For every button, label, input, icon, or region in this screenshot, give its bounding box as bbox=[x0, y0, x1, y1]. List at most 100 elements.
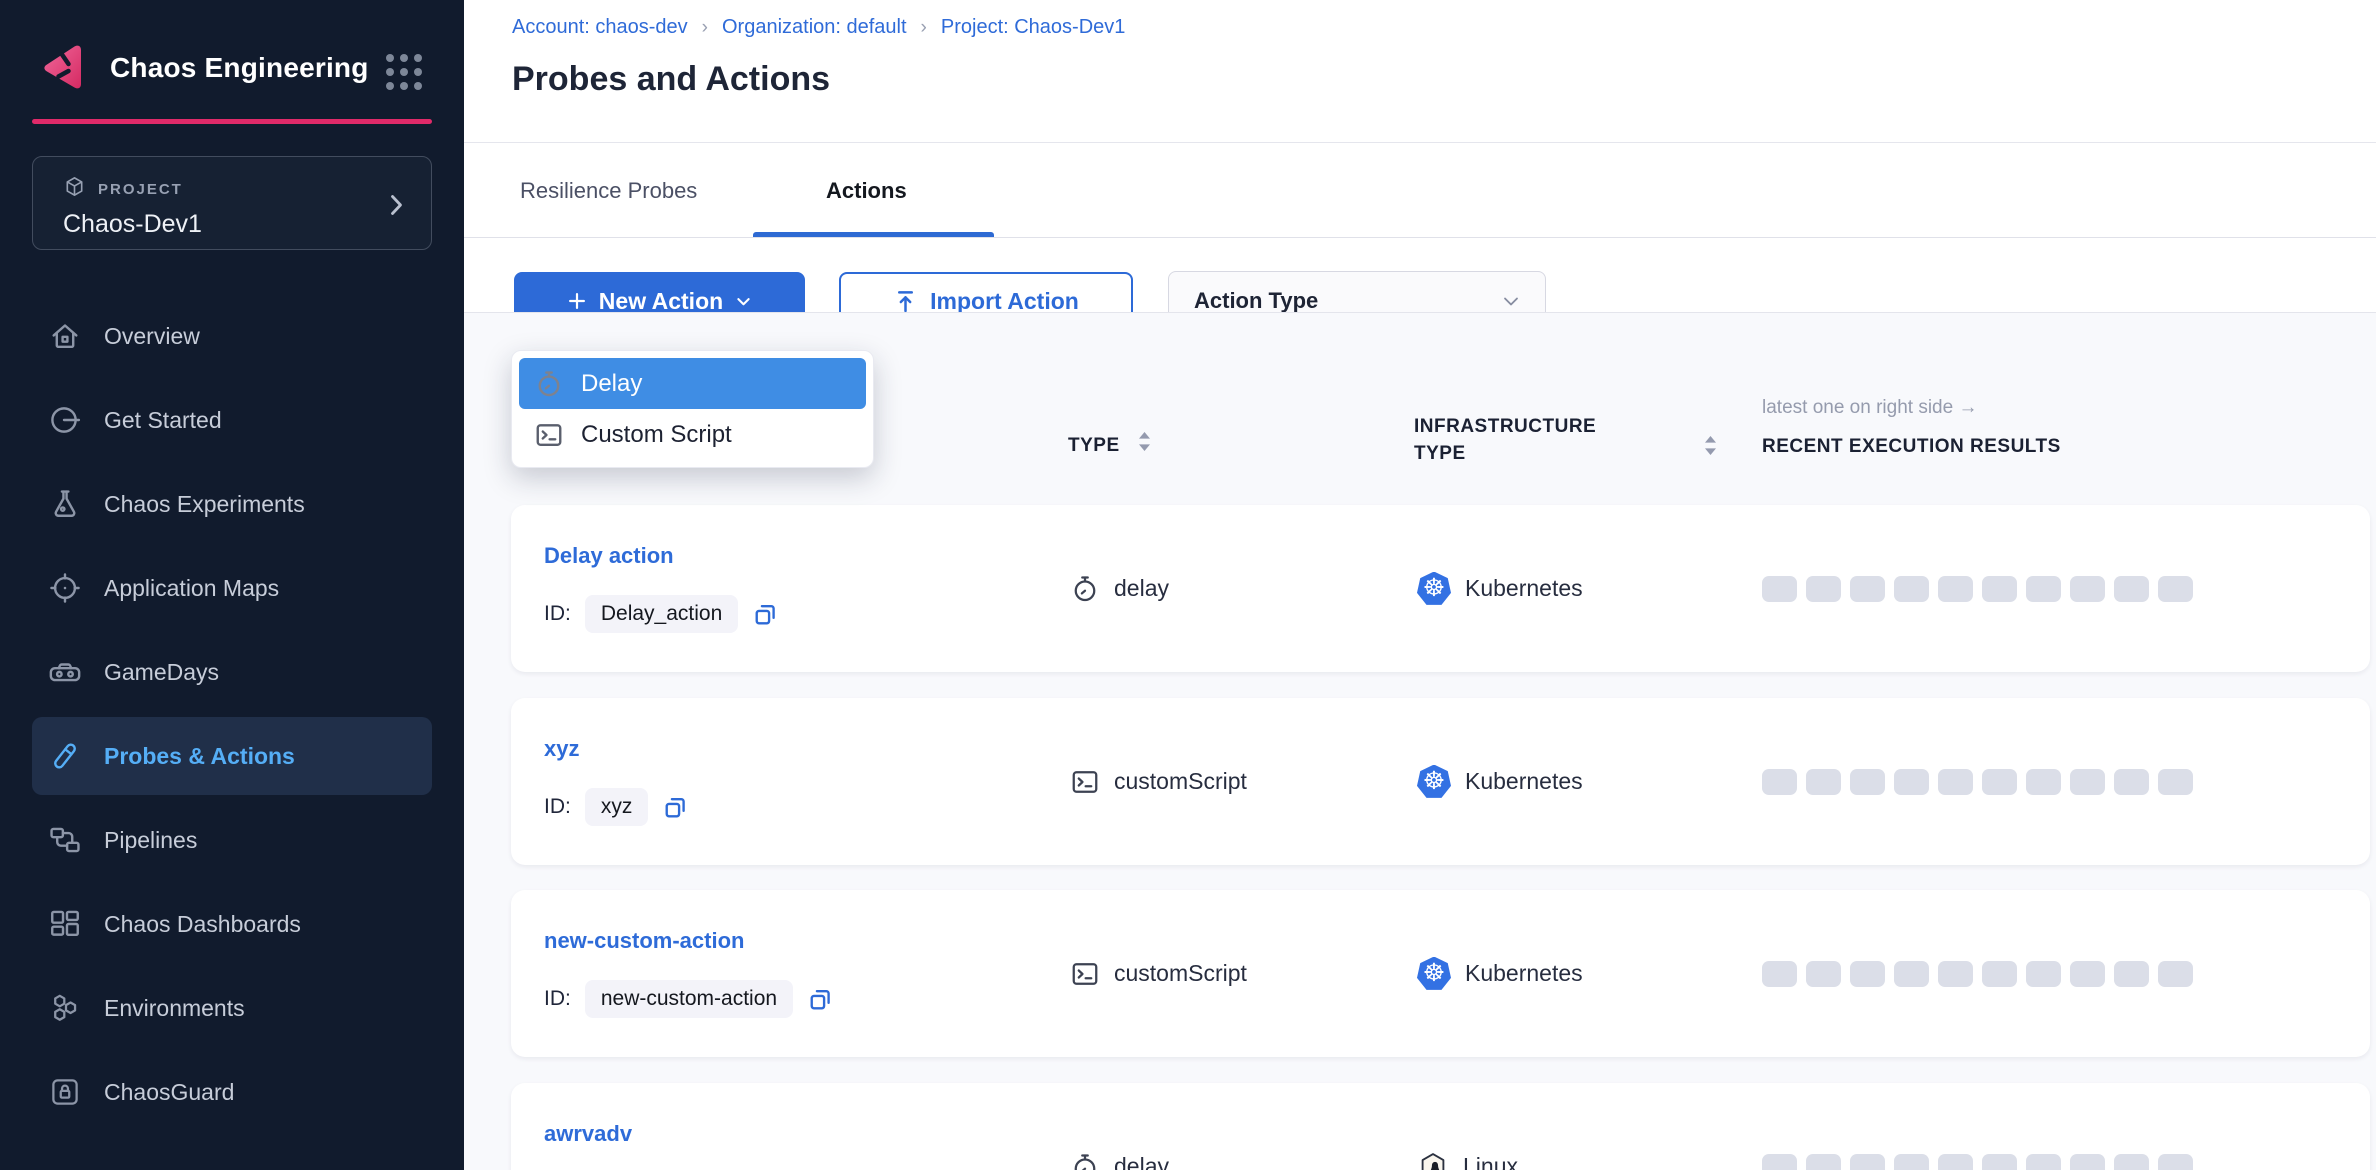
sidebar-item-get-started[interactable]: Get Started bbox=[0, 378, 464, 462]
action-type-cell: delay bbox=[1070, 1152, 1169, 1170]
action-id: ID: new-custom-action bbox=[544, 980, 834, 1018]
action-id-chip: xyz bbox=[585, 788, 649, 826]
kubernetes-icon: ☸ bbox=[1417, 765, 1451, 799]
sidebar-item-label: GameDays bbox=[104, 659, 219, 686]
execution-result-placeholder bbox=[1982, 1154, 2017, 1170]
breadcrumb-project-link[interactable]: Project: Chaos-Dev1 bbox=[941, 16, 1126, 39]
execution-result-placeholder bbox=[2026, 576, 2061, 602]
sidebar: Chaos Engineering PROJECT Chaos-Dev1 bbox=[0, 0, 464, 1170]
execution-result-placeholder bbox=[1806, 1154, 1841, 1170]
pipeline-icon bbox=[48, 823, 82, 857]
chevron-down-icon bbox=[1499, 289, 1523, 313]
execution-result-placeholder bbox=[1850, 961, 1885, 987]
sort-infrastructure-button[interactable] bbox=[1704, 435, 1717, 461]
breadcrumb: Account: chaos-dev › Organization: defau… bbox=[512, 16, 1125, 39]
tab-resilience-probes[interactable]: Resilience Probes bbox=[520, 178, 697, 204]
execution-result-placeholder bbox=[1894, 961, 1929, 987]
sidebar-item-label: Probes & Actions bbox=[104, 743, 295, 770]
copy-icon bbox=[807, 986, 834, 1013]
sidebar-item-chaos-experiments[interactable]: Chaos Experiments bbox=[0, 462, 464, 546]
header-divider bbox=[464, 142, 2376, 143]
breadcrumb-organization-link[interactable]: Organization: default bbox=[722, 16, 907, 39]
column-header-infrastructure-type: INFRASTRUCTURE TYPE bbox=[1414, 413, 1596, 467]
execution-result-placeholder bbox=[2114, 1154, 2149, 1170]
execution-result-placeholder bbox=[2070, 576, 2105, 602]
action-id: ID: Delay_action bbox=[544, 595, 779, 633]
import-action-label: Import Action bbox=[930, 288, 1079, 315]
action-name-link[interactable]: Delay action bbox=[544, 543, 674, 569]
sidebar-item-label: Get Started bbox=[104, 407, 222, 434]
execution-result-placeholder bbox=[1850, 769, 1885, 795]
action-name-link[interactable]: awrvadv bbox=[544, 1121, 632, 1147]
linux-icon bbox=[1417, 1151, 1449, 1170]
kubernetes-icon: ☸ bbox=[1417, 572, 1451, 606]
action-id: ID: xyz bbox=[544, 788, 689, 826]
sidebar-item-gamedays[interactable]: GameDays bbox=[0, 630, 464, 714]
brand-divider bbox=[32, 119, 432, 124]
recent-execution-results bbox=[1762, 961, 2193, 987]
execution-result-placeholder bbox=[1894, 769, 1929, 795]
sidebar-item-probes-and-actions[interactable]: Probes & Actions bbox=[0, 714, 464, 798]
app-grid-icon[interactable] bbox=[382, 50, 426, 99]
sidebar-item-pipelines[interactable]: Pipelines bbox=[0, 798, 464, 882]
project-box-icon bbox=[63, 175, 86, 203]
copy-icon bbox=[662, 794, 689, 821]
chevron-right-icon bbox=[390, 194, 403, 221]
execution-result-placeholder bbox=[2158, 769, 2193, 795]
execution-result-placeholder bbox=[1762, 576, 1797, 602]
table-row: awrvadv delay Linux bbox=[511, 1083, 2370, 1170]
breadcrumb-account-link[interactable]: Account: chaos-dev bbox=[512, 16, 688, 39]
copy-id-button[interactable] bbox=[752, 601, 779, 628]
sidebar-item-label: Application Maps bbox=[104, 575, 279, 602]
menu-item-custom-script[interactable]: Custom Script bbox=[519, 409, 866, 460]
execution-result-placeholder bbox=[1894, 1154, 1929, 1170]
new-action-menu: Delay Custom Script bbox=[511, 350, 874, 468]
execution-result-placeholder bbox=[1938, 1154, 1973, 1170]
sidebar-item-label: ChaosGuard bbox=[104, 1079, 234, 1106]
execution-result-placeholder bbox=[1938, 576, 1973, 602]
action-id-chip: Delay_action bbox=[585, 595, 738, 633]
chevron-down-icon bbox=[734, 292, 753, 311]
tabs-divider bbox=[464, 237, 2376, 238]
execution-result-placeholder bbox=[1894, 576, 1929, 602]
sort-type-button[interactable] bbox=[1138, 431, 1151, 460]
menu-item-delay[interactable]: Delay bbox=[519, 358, 866, 409]
execution-result-placeholder bbox=[2070, 769, 2105, 795]
terminal-icon bbox=[1070, 959, 1100, 989]
app-title: Chaos Engineering bbox=[110, 52, 369, 84]
action-name-link[interactable]: xyz bbox=[544, 736, 579, 762]
copy-id-button[interactable] bbox=[662, 794, 689, 821]
recent-results-note: latest one on right side → bbox=[1762, 397, 1977, 419]
action-name-link[interactable]: new-custom-action bbox=[544, 928, 744, 954]
column-header-recent-execution-results: RECENT EXECUTION RESULTS bbox=[1762, 433, 2061, 460]
tab-actions[interactable]: Actions bbox=[826, 178, 907, 204]
recent-execution-results bbox=[1762, 576, 2193, 602]
dashboard-icon bbox=[48, 907, 82, 941]
table-row: new-custom-action ID: new-custom-action … bbox=[511, 890, 2370, 1057]
breadcrumb-separator: › bbox=[921, 17, 927, 39]
sidebar-item-chaosguard[interactable]: ChaosGuard bbox=[0, 1050, 464, 1134]
execution-result-placeholder bbox=[1938, 961, 1973, 987]
execution-result-placeholder bbox=[1762, 961, 1797, 987]
action-type-cell: customScript bbox=[1070, 767, 1247, 797]
plus-icon bbox=[566, 290, 588, 312]
execution-result-placeholder bbox=[1982, 961, 2017, 987]
sidebar-item-environments[interactable]: Environments bbox=[0, 966, 464, 1050]
project-selector[interactable]: PROJECT Chaos-Dev1 bbox=[32, 156, 432, 250]
page-title: Probes and Actions bbox=[512, 60, 830, 99]
terminal-icon bbox=[1070, 767, 1100, 797]
sidebar-item-overview[interactable]: Overview bbox=[0, 294, 464, 378]
execution-result-placeholder bbox=[2114, 576, 2149, 602]
sidebar-item-application-maps[interactable]: Application Maps bbox=[0, 546, 464, 630]
copy-id-button[interactable] bbox=[807, 986, 834, 1013]
execution-result-placeholder bbox=[2026, 769, 2061, 795]
target-icon bbox=[48, 571, 82, 605]
execution-result-placeholder bbox=[1762, 769, 1797, 795]
action-type-cell: delay bbox=[1070, 574, 1169, 604]
recent-execution-results bbox=[1762, 1154, 2193, 1170]
sidebar-item-chaos-dashboards[interactable]: Chaos Dashboards bbox=[0, 882, 464, 966]
execution-result-placeholder bbox=[1806, 961, 1841, 987]
recent-execution-results bbox=[1762, 769, 2193, 795]
project-label: PROJECT bbox=[98, 181, 183, 198]
breadcrumb-separator: › bbox=[702, 17, 708, 39]
